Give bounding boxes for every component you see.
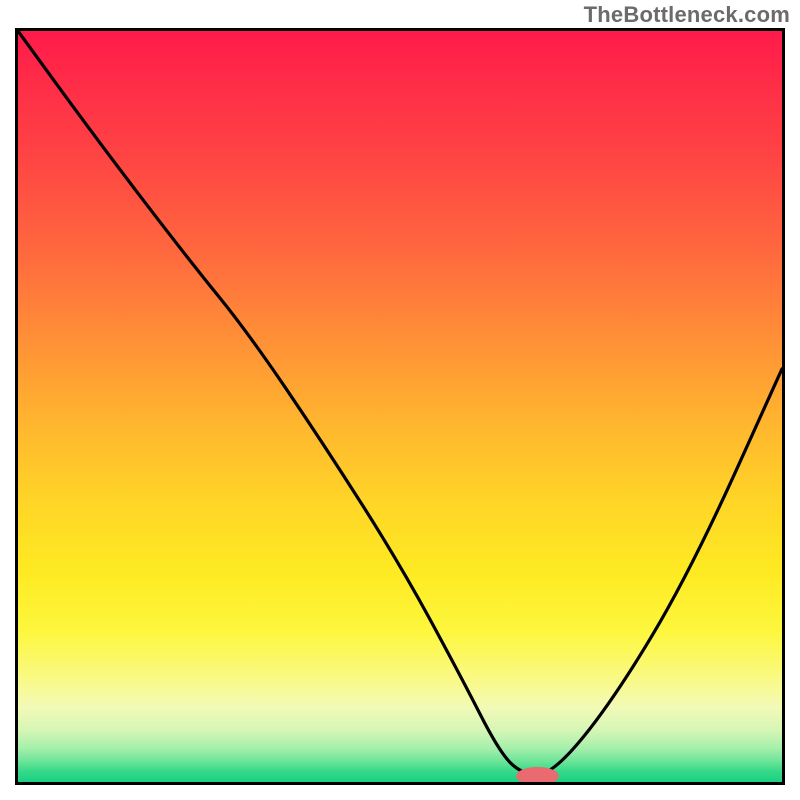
- chart-frame: TheBottleneck.com: [0, 0, 800, 800]
- bottleneck-curve: [18, 31, 782, 775]
- plot-area: [15, 28, 785, 785]
- watermark-text: TheBottleneck.com: [584, 2, 790, 28]
- curve-layer: [18, 31, 782, 782]
